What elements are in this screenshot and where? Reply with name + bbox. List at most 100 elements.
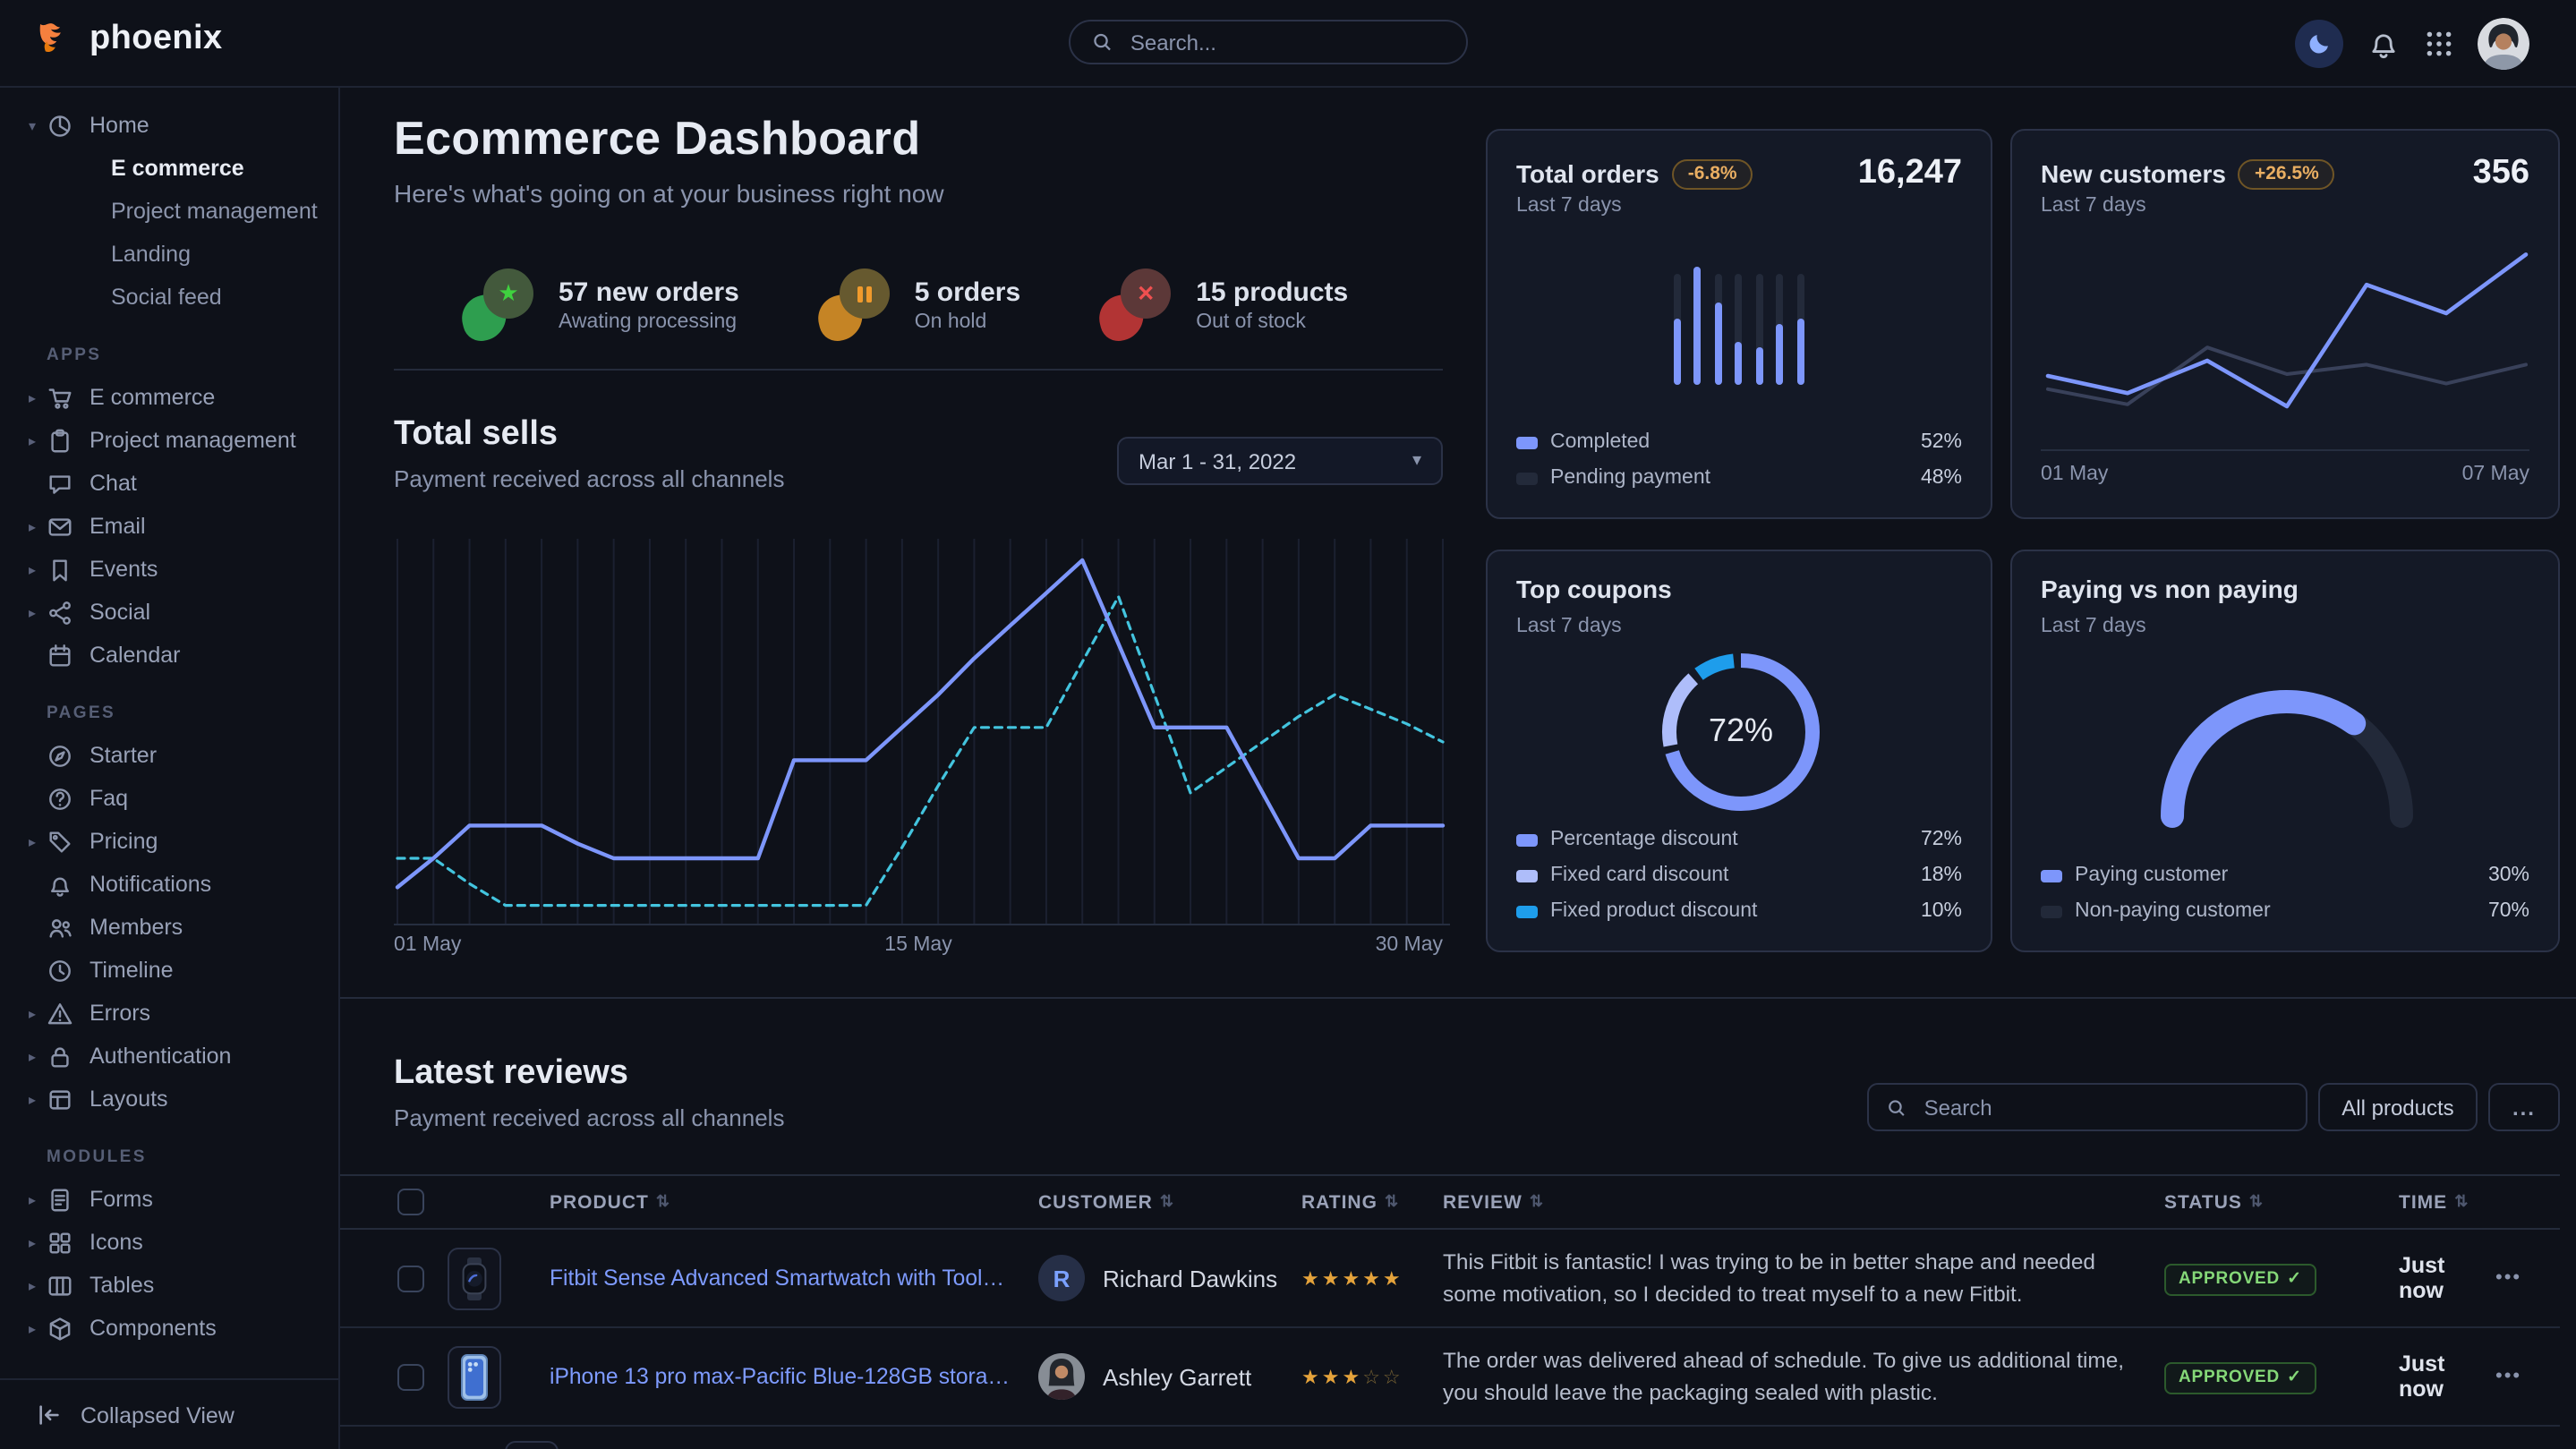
product-image[interactable]: [448, 1345, 501, 1408]
product-link[interactable]: iPhone 13 pro max-Pacific Blue-128GB sto…: [550, 1364, 1038, 1389]
column-header-label: STATUS: [2164, 1191, 2242, 1213]
review-text: This Fitbit is fantastic! I was trying t…: [1443, 1245, 2127, 1310]
column-header-label: CUSTOMER: [1038, 1191, 1153, 1213]
row-menu-button[interactable]: •••: [2495, 1366, 2560, 1387]
sort-icon: ⇅: [2454, 1192, 2469, 1212]
row-checkbox[interactable]: [397, 1265, 424, 1291]
brand-logo[interactable]: phoenix: [32, 18, 223, 61]
column-header-product[interactable]: PRODUCT⇅: [550, 1191, 1038, 1213]
reviews-search-input[interactable]: [1921, 1093, 2288, 1121]
sidebar-item-label: Components: [90, 1316, 217, 1341]
navbar-actions: [2295, 0, 2529, 86]
stat-red: ✕15 productsOut of stock: [1099, 268, 1348, 340]
search-icon: [1092, 30, 1113, 54]
sidebar-item-calendar[interactable]: Calendar: [0, 634, 338, 677]
sidebar: ▾HomeE commerceProject managementLanding…: [0, 86, 340, 1449]
grid-icon: [47, 1229, 73, 1256]
sidebar-item-components[interactable]: ▸Components: [0, 1307, 338, 1350]
theme-toggle-button[interactable]: [2295, 19, 2343, 67]
sidebar-item-starter[interactable]: Starter: [0, 734, 338, 777]
column-header-time[interactable]: TIME⇅: [2399, 1191, 2495, 1213]
column-header-rating[interactable]: RATING⇅: [1301, 1191, 1443, 1213]
sidebar-item-home[interactable]: ▾Home: [0, 104, 338, 147]
sidebar-item-tables[interactable]: ▸Tables: [0, 1264, 338, 1307]
calendar-icon: [47, 642, 73, 669]
columns-icon: [47, 1272, 73, 1299]
paying-legend: Paying customer30% Non-paying customer70%: [2041, 854, 2529, 925]
caret-icon: ▸: [23, 1234, 41, 1250]
brand-name: phoenix: [90, 20, 223, 59]
column-header-customer[interactable]: CUSTOMER⇅: [1038, 1191, 1301, 1213]
reviews-title: Latest reviews: [394, 1054, 628, 1094]
change-badge: +26.5%: [2239, 158, 2335, 189]
product-image[interactable]: [448, 1247, 501, 1309]
customer-avatar: [1038, 1353, 1085, 1400]
sidebar-item-social[interactable]: ▸Social: [0, 591, 338, 634]
clipboard-icon: [47, 427, 73, 454]
sidebar-item-chat[interactable]: Chat: [0, 462, 338, 505]
legend-row: Paying customer30%: [2041, 861, 2529, 890]
profile-avatar[interactable]: [2478, 17, 2529, 69]
row-menu-button[interactable]: •••: [2495, 1267, 2560, 1289]
chevron-down-icon: ▾: [1412, 451, 1421, 471]
customer-cell[interactable]: RRichard Dawkins: [1038, 1255, 1301, 1301]
select-all-checkbox[interactable]: [397, 1189, 424, 1215]
page-subtitle: Here's what's going on at your business …: [394, 179, 944, 208]
apps-menu-button[interactable]: [2424, 28, 2454, 58]
check-icon: ✓: [2287, 1270, 2302, 1290]
collapse-sidebar-button[interactable]: Collapsed View: [0, 1378, 338, 1449]
sidebar-item-label: E commerce: [90, 385, 215, 410]
sidebar-item-errors[interactable]: ▸Errors: [0, 992, 338, 1035]
reviews-more-button[interactable]: ...: [2488, 1083, 2560, 1131]
sidebar-item-layouts[interactable]: ▸Layouts: [0, 1078, 338, 1121]
legend-value: 52%: [1921, 431, 1962, 453]
legend-swatch: [1516, 436, 1538, 448]
sidebar-item-timeline[interactable]: Timeline: [0, 949, 338, 992]
row-checkbox[interactable]: [397, 1363, 424, 1390]
date-range-select[interactable]: Mar 1 - 31, 2022 ▾: [1117, 437, 1443, 485]
stat-label: On hold: [915, 311, 1020, 332]
column-header-status[interactable]: STATUS⇅: [2164, 1191, 2399, 1213]
reviews-search[interactable]: [1867, 1083, 2307, 1131]
sidebar-item-notifications[interactable]: Notifications: [0, 863, 338, 906]
global-search[interactable]: [1069, 20, 1468, 64]
x-axis-label: 30 May: [1376, 934, 1443, 956]
sidebar-subitem-social-feed[interactable]: Social feed: [0, 276, 338, 319]
sidebar-item-e-commerce[interactable]: ▸E commerce: [0, 376, 338, 419]
product-link[interactable]: Fitbit Sense Advanced Smartwatch with To…: [550, 1266, 1038, 1291]
customer-cell[interactable]: Ashley Garrett: [1038, 1353, 1301, 1400]
sidebar-item-events[interactable]: ▸Events: [0, 548, 338, 591]
latest-reviews-section: Latest reviews Payment received across a…: [340, 997, 2576, 1449]
tag-icon: [47, 828, 73, 855]
sidebar-subitem-project-management[interactable]: Project management: [0, 190, 338, 233]
rating-stars: ★★★★★: [1301, 1266, 1443, 1290]
notifications-button[interactable]: [2367, 26, 2401, 60]
sidebar-item-icons[interactable]: ▸Icons: [0, 1221, 338, 1264]
all-products-button[interactable]: All products: [2318, 1083, 2478, 1131]
sidebar-item-faq[interactable]: Faq: [0, 777, 338, 820]
legend-value: 72%: [1921, 829, 1962, 850]
sidebar-item-authentication[interactable]: ▸Authentication: [0, 1035, 338, 1078]
stat-label: Out of stock: [1196, 311, 1348, 332]
sidebar-item-forms[interactable]: ▸Forms: [0, 1178, 338, 1221]
sidebar-item-label: Timeline: [90, 958, 174, 983]
sidebar-subitem-landing[interactable]: Landing: [0, 233, 338, 276]
sidebar-item-project-management[interactable]: ▸Project management: [0, 419, 338, 462]
global-search-input[interactable]: [1127, 28, 1445, 56]
sidebar-item-email[interactable]: ▸Email: [0, 505, 338, 548]
sidebar-subitem-e-commerce[interactable]: E commerce: [0, 147, 338, 190]
legend-label: Percentage discount: [1550, 829, 1908, 850]
sidebar-item-members[interactable]: Members: [0, 906, 338, 949]
divider: [394, 369, 1443, 371]
column-header-review[interactable]: REVIEW⇅: [1443, 1191, 2164, 1213]
customer-name: Ashley Garrett: [1103, 1363, 1251, 1390]
legend-row: Non-paying customer70%: [2041, 897, 2529, 925]
sidebar-section-label: PAGES: [0, 695, 338, 734]
phoenix-flame-icon: [32, 18, 75, 61]
sidebar-item-label: Errors: [90, 1001, 150, 1026]
legend-swatch: [1516, 869, 1538, 882]
sidebar-item-pricing[interactable]: ▸Pricing: [0, 820, 338, 863]
column-header-label: PRODUCT: [550, 1191, 649, 1213]
layout-icon: [47, 1086, 73, 1112]
legend-row: Fixed product discount10%: [1516, 897, 1962, 925]
